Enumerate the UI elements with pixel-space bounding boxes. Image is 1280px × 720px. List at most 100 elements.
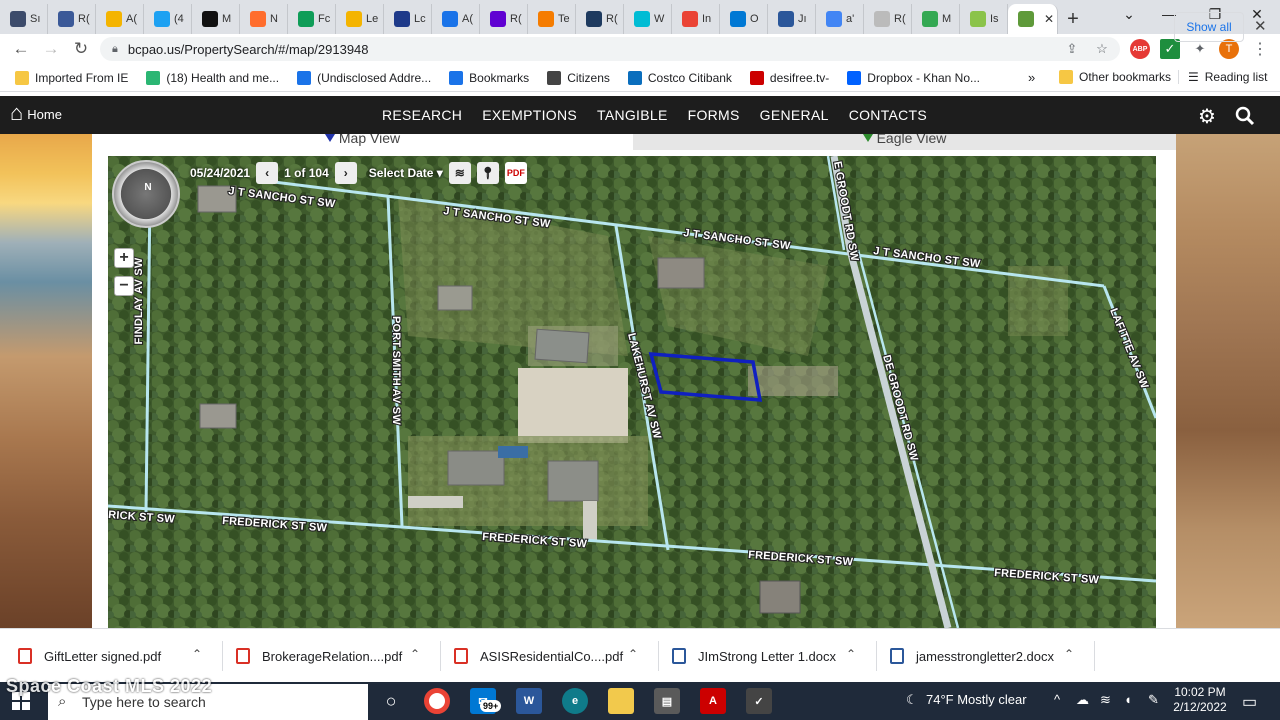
download-options-chevron-icon[interactable]: ⌃ xyxy=(192,647,202,661)
bookmark-item[interactable]: Dropbox - Khan No... xyxy=(838,70,989,85)
download-item[interactable]: jamesstrongletter2.docx ⌃ xyxy=(890,629,1090,683)
zoom-out-button[interactable]: − xyxy=(114,276,134,296)
pin-icon[interactable]: 📍︎ xyxy=(476,162,499,184)
address-bar[interactable]: 🔒︎ bcpao.us/PropertySearch/#/map/2913948 xyxy=(100,37,1120,61)
browser-tab[interactable]: Te xyxy=(528,4,576,34)
word-icon[interactable]: W xyxy=(516,688,542,714)
layers-icon[interactable]: ≋ xyxy=(448,162,471,184)
new-tab-button[interactable]: + xyxy=(1058,4,1088,34)
extensions-puzzle-icon[interactable]: ✦ xyxy=(1190,39,1210,59)
edge-icon[interactable]: e xyxy=(562,688,588,714)
browser-tab[interactable]: (4 xyxy=(144,4,192,34)
download-item[interactable]: ASISResidentialCo....pdf ⌃ xyxy=(454,629,654,683)
app-checklist-icon[interactable]: ✓ xyxy=(746,688,772,714)
browser-tab[interactable]: A( xyxy=(432,4,480,34)
download-options-chevron-icon[interactable]: ⌃ xyxy=(1064,647,1074,661)
menu-item-forms[interactable]: FORMS xyxy=(678,107,750,123)
tray-up-chevron-icon[interactable]: ^ xyxy=(1054,692,1060,707)
browser-tab[interactable]: O xyxy=(720,4,768,34)
compass-control[interactable]: N xyxy=(112,160,180,228)
search-icon[interactable] xyxy=(1234,105,1256,127)
pen-icon[interactable]: ✎ xyxy=(1148,692,1159,708)
profile-avatar[interactable]: T xyxy=(1219,39,1239,59)
download-options-chevron-icon[interactable]: ⌃ xyxy=(628,647,638,661)
chrome-icon[interactable] xyxy=(424,688,450,714)
map-view-marker-icon xyxy=(324,134,335,142)
download-item[interactable]: JImStrong Letter 1.docx ⌃ xyxy=(672,629,872,683)
select-date-dropdown[interactable]: Select Date ▾ xyxy=(369,166,443,180)
browser-tab[interactable]: A( xyxy=(96,4,144,34)
close-tab-icon[interactable]: ✕ xyxy=(1044,12,1054,26)
taskbar-clock[interactable]: 10:02 PM 2/12/2022 xyxy=(1172,685,1228,715)
download-options-chevron-icon[interactable]: ⌃ xyxy=(846,647,856,661)
browser-tab[interactable]: Lc xyxy=(384,4,432,34)
forward-arrow-icon[interactable]: → xyxy=(36,34,66,64)
menu-item-research[interactable]: RESEARCH xyxy=(372,107,472,123)
settings-gear-icon[interactable]: ⚙ xyxy=(1196,105,1218,128)
tab-eagle-view[interactable]: Eagle View xyxy=(633,134,1176,150)
notifications-icon[interactable]: ▭ xyxy=(1242,692,1257,712)
browser-tab[interactable]: Fc xyxy=(288,4,336,34)
share-icon[interactable]: ⇪ xyxy=(1062,39,1082,59)
bookmark-item[interactable]: Imported From IE xyxy=(6,70,137,85)
browser-tab[interactable]: In xyxy=(672,4,720,34)
browser-tab[interactable]: Sı xyxy=(0,4,48,34)
store-icon[interactable]: ▤ xyxy=(654,688,680,714)
reload-icon[interactable]: ↻ xyxy=(66,34,96,64)
browser-tab[interactable]: M xyxy=(912,4,960,34)
page-counter: 1 of 104 xyxy=(284,166,329,180)
task-view-icon[interactable]: ○ xyxy=(378,688,404,714)
next-date-button[interactable]: › xyxy=(334,162,357,184)
volume-icon[interactable]: ◖ xyxy=(1124,692,1132,707)
browser-tab[interactable]: R( xyxy=(864,4,912,34)
browser-tab[interactable]: W xyxy=(624,4,672,34)
menu-item-tangible[interactable]: TANGIBLE xyxy=(587,107,678,123)
download-item[interactable]: BrokerageRelation....pdf ⌃ xyxy=(236,629,436,683)
menu-kebab-icon[interactable]: ⋮ xyxy=(1250,39,1270,59)
browser-tab[interactable]: Le xyxy=(336,4,384,34)
menu-item-exemptions[interactable]: EXEMPTIONS xyxy=(472,107,587,123)
bookmark-item[interactable]: (Undisclosed Addre... xyxy=(288,70,440,85)
browser-tab[interactable]: a' xyxy=(816,4,864,34)
browser-tab[interactable]: R( xyxy=(480,4,528,34)
bookmark-item[interactable]: Citizens xyxy=(538,70,619,85)
menu-item-contacts[interactable]: CONTACTS xyxy=(839,107,937,123)
reading-list-button[interactable]: ☰ Reading list xyxy=(1178,70,1276,84)
show-all-downloads-button[interactable]: Show all xyxy=(1174,12,1244,42)
browser-tab-active[interactable]: ✕ xyxy=(1008,4,1058,34)
browser-tab[interactable]: R( xyxy=(48,4,96,34)
browser-tab[interactable]: N xyxy=(240,4,288,34)
aerial-map[interactable]: J T SANCHO ST SW J T SANCHO ST SW J T SA… xyxy=(108,156,1156,628)
browser-tab[interactable]: M xyxy=(192,4,240,34)
menu-item-general[interactable]: GENERAL xyxy=(750,107,839,123)
tab-favicon-icon xyxy=(730,11,746,27)
bookmark-item[interactable]: Bookmarks xyxy=(440,70,538,85)
browser-tab[interactable]: R( xyxy=(576,4,624,34)
tab-title: Fc xyxy=(318,13,331,25)
pdf-export-icon[interactable]: PDF xyxy=(504,162,527,184)
close-downloads-icon[interactable]: ✕ xyxy=(1254,17,1267,35)
adblock-icon[interactable]: ABP xyxy=(1130,39,1150,59)
cloud-icon[interactable]: ☁ xyxy=(1076,692,1089,708)
mail-badge: 99+ xyxy=(480,700,502,712)
bookmark-item[interactable]: (18) Health and me... xyxy=(137,70,288,85)
download-options-chevron-icon[interactable]: ⌃ xyxy=(410,647,420,661)
browser-tab[interactable]: Is xyxy=(960,4,1008,34)
download-item[interactable]: GiftLetter signed.pdf ⌃ xyxy=(18,629,218,683)
bookmark-item[interactable]: desifree.tv- xyxy=(741,70,838,85)
checkmark-extension-icon[interactable]: ✓ xyxy=(1160,39,1180,59)
bookmark-star-icon[interactable]: ☆ xyxy=(1092,39,1112,59)
zoom-in-button[interactable]: + xyxy=(114,248,134,268)
previous-date-button[interactable]: ‹ xyxy=(256,162,279,184)
back-arrow-icon[interactable]: ← xyxy=(6,34,36,64)
bookmark-item[interactable]: Costco Citibank xyxy=(619,70,741,85)
acrobat-icon[interactable]: A xyxy=(700,688,726,714)
weather-text[interactable]: 74°F Mostly clear xyxy=(926,692,1027,707)
bookmarks-more-chevron[interactable]: » xyxy=(1028,70,1035,85)
browser-tab[interactable]: Jı xyxy=(768,4,816,34)
tab-map-view[interactable]: Map View xyxy=(92,134,633,150)
home-link[interactable]: ⌂ Home xyxy=(10,102,62,124)
wifi-icon[interactable]: ≋ xyxy=(1100,692,1111,708)
other-bookmarks-folder[interactable]: Other bookmarks xyxy=(1050,70,1180,84)
file-explorer-icon[interactable] xyxy=(608,688,634,714)
